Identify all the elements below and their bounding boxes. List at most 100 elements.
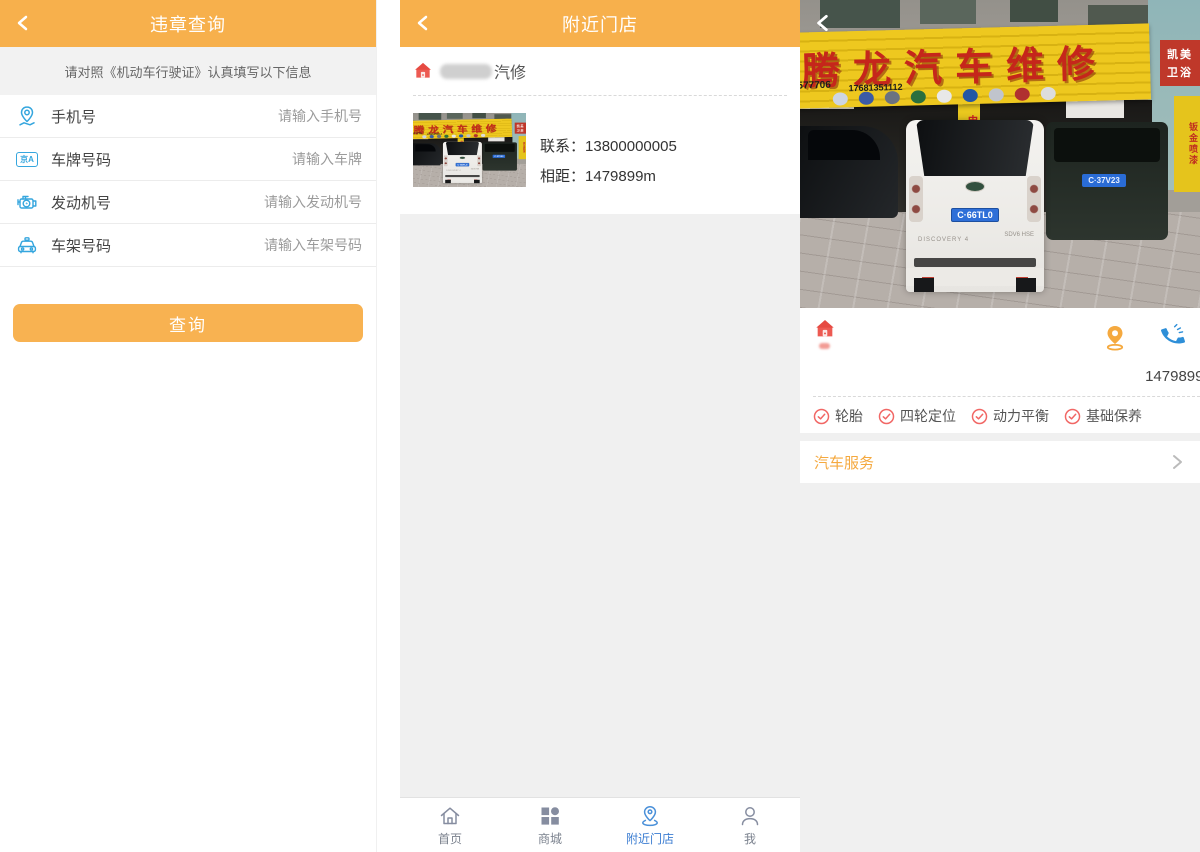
chevron-right-icon: [1168, 453, 1186, 471]
contact-value: 13800000005: [585, 138, 677, 155]
service-tag-label: 动力平衡: [993, 406, 1049, 426]
photo-window: [1010, 0, 1058, 22]
white-suv-trim-text: SDV6 HSE: [1004, 232, 1034, 238]
engine-number-input[interactable]: [212, 194, 362, 210]
store-house-icon: [814, 318, 836, 345]
violation-query-screen: 违章查询 请对照《机动车行驶证》认真填写以下信息 手机号 京A 车牌号码 发动机…: [0, 0, 377, 852]
distance-label: 相距：: [540, 168, 585, 185]
service-tag-label: 基础保养: [1086, 406, 1142, 426]
field-label: 发动机号: [51, 192, 111, 213]
store-listing-item[interactable]: 凯美 卫浴 快修保养 电脑 钣金喷漆 腾龙汽车维修 577706 1768135…: [400, 96, 800, 214]
car-service-label: 汽车服务: [814, 452, 874, 473]
store-name-suffix: 汽修: [494, 59, 526, 83]
store-name-row[interactable]: 汽修: [400, 47, 800, 95]
chevron-left-icon: [14, 14, 32, 32]
tab-home[interactable]: 首页: [400, 798, 500, 852]
photo-side-red-sign: 凯美 卫浴: [515, 123, 526, 134]
back-button[interactable]: [10, 10, 36, 36]
distance-line: 相距：1479899m: [540, 165, 677, 186]
store-detail-screen: 凯美 卫浴 快修保养 电脑 钣金喷漆 腾龙汽车维修 577706 1768135…: [800, 0, 1200, 852]
plate-input[interactable]: [212, 151, 362, 167]
store-card: 汽修 凯美 卫浴 快修保养 电脑 钣金喷漆 腾龙汽车维修 577706 1768…: [400, 47, 800, 214]
service-tag-label: 轮胎: [835, 406, 863, 426]
field-row-frame: 车架号码: [0, 224, 376, 267]
tab-label: 商城: [538, 830, 562, 847]
photo-shop-sign: 腾龙汽车维修 577706 17681351112: [413, 119, 512, 139]
photo-window: [447, 113, 463, 119]
check-circle-icon: [813, 408, 830, 425]
service-tag: 动力平衡: [971, 406, 1049, 426]
dark-suv-plate: C·37V23: [493, 155, 505, 158]
page-title: 附近门店: [562, 11, 638, 37]
shop-sign-number: 577706: [413, 132, 422, 135]
field-label: 车架号码: [51, 235, 111, 256]
field-row-phone: 手机号: [0, 95, 376, 138]
store-photo: 凯美 卫浴 快修保养 电脑 钣金喷漆 腾龙汽车维修 577706 1768135…: [800, 0, 1200, 308]
phone-input[interactable]: [212, 108, 362, 124]
engine-icon: [14, 190, 40, 214]
white-suv-plate: C·66TL0: [456, 163, 470, 166]
store-thumbnail-slot[interactable]: 凯美 卫浴 快修保养 电脑 钣金喷漆 腾龙汽车维修 577706 1768135…: [413, 113, 526, 187]
nearby-stores-header: 附近门店: [400, 0, 800, 47]
query-button[interactable]: 查询: [13, 304, 363, 342]
service-tag-label: 四轮定位: [900, 406, 956, 426]
white-suv-model-text: DISCOVERY 4: [446, 170, 460, 171]
white-suv-model-text: DISCOVERY 4: [918, 237, 969, 243]
photo-black-car: [800, 126, 898, 218]
photo-black-car: [413, 143, 441, 165]
photo-right-yellow-sign: 钣金喷漆: [1174, 96, 1200, 192]
navigate-pin-icon[interactable]: [1104, 324, 1126, 356]
side-sign-text: 卫浴: [1167, 64, 1193, 80]
field-row-plate: 京A 车牌号码: [0, 138, 376, 181]
shop-sign-number: 577706: [800, 80, 831, 92]
field-label: 手机号: [51, 106, 96, 127]
store-distance: 1479899m: [1145, 368, 1200, 385]
censored-store-name: [440, 64, 492, 79]
field-label: 车牌号码: [51, 149, 111, 170]
chevron-left-icon: [813, 13, 833, 33]
violation-query-header: 违章查询: [0, 0, 376, 47]
photo-white-sign: [1066, 100, 1124, 118]
home-icon: [438, 804, 462, 828]
car-service-row[interactable]: 汽车服务: [800, 441, 1200, 483]
service-tag: 轮胎: [813, 406, 863, 426]
tab-me[interactable]: 我: [700, 798, 800, 852]
tab-label: 我: [744, 830, 756, 847]
photo-white-suv: C·66TL0 DISCOVERY 4 SDV6 HSE: [906, 120, 1044, 292]
tab-mall[interactable]: 商城: [500, 798, 600, 852]
distance-value: 1479899m: [585, 168, 656, 185]
store-photo-scene: 凯美 卫浴 快修保养 电脑 钣金喷漆 腾龙汽车维修 577706 1768135…: [413, 113, 526, 187]
bottom-tab-bar: 首页 商城 附近门店 我: [400, 797, 800, 852]
plate-chip-text: 京A: [16, 152, 38, 167]
nearby-stores-screen: 附近门店 汽修 凯美 卫浴 快修保养 电脑 钣金喷漆: [400, 0, 800, 852]
user-icon: [738, 804, 762, 828]
side-sign-text: 凯美: [517, 124, 524, 128]
store-photo-scene: 凯美 卫浴 快修保养 电脑 钣金喷漆 腾龙汽车维修 577706 1768135…: [800, 0, 1200, 308]
photo-right-yellow-sign: 钣金喷漆: [519, 136, 526, 159]
service-tags: 轮胎 四轮定位 动力平衡 基础保养: [813, 406, 1142, 426]
store-info-card: 1479899m 轮胎 四轮定位 动力平衡 基础保养: [800, 308, 1200, 433]
tab-label: 首页: [438, 830, 462, 847]
white-suv-plate: C·66TL0: [951, 208, 999, 222]
frame-number-input[interactable]: [212, 237, 362, 253]
store-listing-info: 联系：13800000005 相距：1479899m: [540, 113, 677, 195]
photo-window: [920, 0, 976, 24]
dark-suv-plate: C·37V23: [1082, 174, 1126, 187]
photo-dark-suv: C·37V23: [1046, 122, 1168, 240]
contact-line: 联系：13800000005: [540, 135, 677, 156]
check-circle-icon: [878, 408, 895, 425]
page-title: 违章查询: [150, 11, 226, 37]
back-button[interactable]: [810, 10, 836, 36]
side-sign-text: 卫浴: [517, 128, 524, 132]
tab-nearby-stores[interactable]: 附近门店: [600, 798, 700, 852]
service-tag: 基础保养: [1064, 406, 1142, 426]
field-row-engine: 发动机号: [0, 181, 376, 224]
white-suv-trim-text: SDV6 HSE: [471, 169, 479, 170]
back-button[interactable]: [410, 10, 436, 36]
photo-white-suv: C·66TL0 DISCOVERY 4 SDV6 HSE: [443, 142, 482, 183]
call-phone-icon[interactable]: [1160, 323, 1186, 354]
photo-side-red-sign: 凯美 卫浴: [1160, 40, 1200, 86]
photo-shop-sign: 腾龙汽车维修 577706 17681351112: [800, 23, 1151, 108]
mall-grid-icon: [538, 804, 562, 828]
location-pin-icon: [638, 804, 662, 828]
